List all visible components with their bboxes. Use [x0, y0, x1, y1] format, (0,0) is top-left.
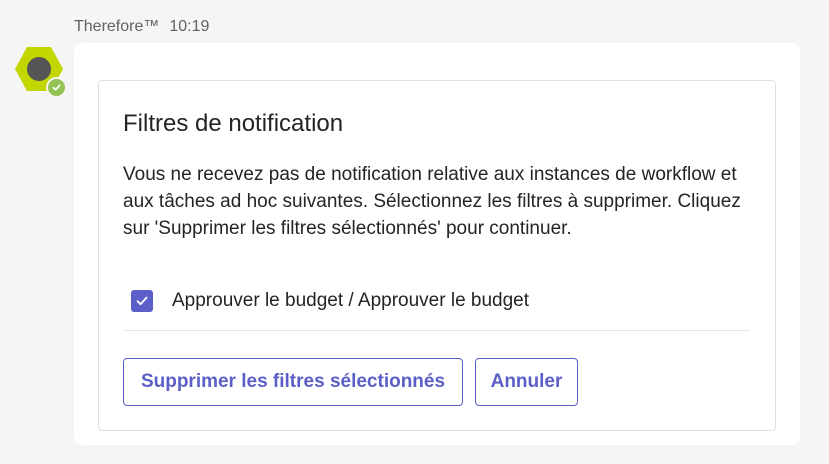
status-available-icon: [46, 77, 67, 98]
cancel-button[interactable]: Annuler: [475, 358, 578, 406]
message-bubble: Filtres de notification Vous ne recevez …: [74, 43, 800, 445]
sender-name: Therefore™: [74, 18, 160, 35]
filter-item[interactable]: Approuver le budget / Approuver le budge…: [131, 290, 529, 312]
card-description: Vous ne recevez pas de notification rela…: [123, 164, 741, 239]
divider: [123, 330, 750, 331]
checkbox-checked-icon[interactable]: [131, 290, 153, 312]
message-time: 10:19: [169, 18, 210, 35]
avatar[interactable]: [13, 46, 67, 98]
remove-filters-button[interactable]: Supprimer les filtres sélectionnés: [123, 358, 463, 406]
card-title: Filtres de notification: [123, 110, 344, 137]
adaptive-card: Filtres de notification Vous ne recevez …: [98, 80, 776, 431]
filter-label[interactable]: Approuver le budget / Approuver le budge…: [172, 290, 529, 312]
message-header: Therefore™ 10:19: [74, 18, 209, 36]
